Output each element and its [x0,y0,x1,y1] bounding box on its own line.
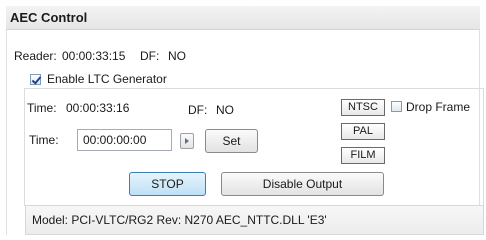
pal-button[interactable]: PAL [341,123,385,140]
ntsc-button[interactable]: NTSC [341,99,385,116]
status-model-text: Model: PCI-VLTC/RG2 Rev: N270 AEC_NTTC.D… [25,205,484,235]
enable-ltc-checkbox[interactable] [30,74,41,85]
stop-button[interactable]: STOP [129,172,206,196]
reader-df-label: DF: [140,49,160,63]
ltc-df-label: DF: [188,103,208,117]
set-time-label: Time: [29,133,59,147]
drop-frame-checkbox[interactable] [391,101,402,112]
reader-df-value: NO [168,49,186,63]
ltc-df-value: NO [216,103,234,117]
set-button[interactable]: Set [205,129,258,153]
ltc-time-value: 00:00:33:16 [66,101,130,115]
reader-time: 00:00:33:15 [62,49,126,63]
disable-output-button[interactable]: Disable Output [221,172,384,196]
ltc-time-label: Time: [27,101,57,115]
enable-ltc-label: Enable LTC Generator [47,72,171,86]
triangle-right-icon[interactable] [180,133,194,149]
reader-label: Reader: [14,49,57,63]
set-time-input[interactable]: 00:00:00:00 [77,129,172,151]
drop-frame-label: Drop Frame [406,100,471,114]
film-button[interactable]: FILM [341,147,385,164]
window-title: AEC Control [6,6,480,30]
